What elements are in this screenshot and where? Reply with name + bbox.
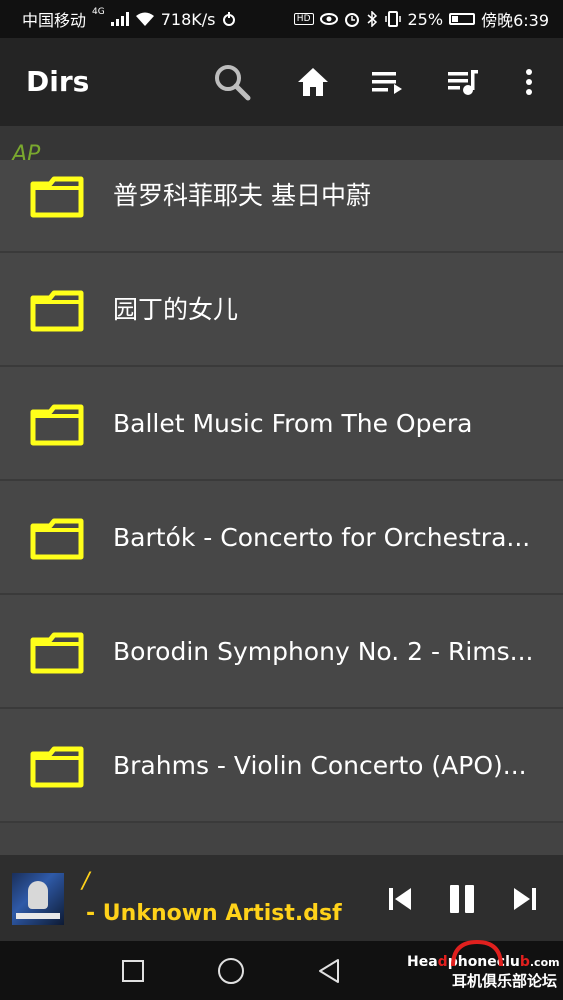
folder-row[interactable]: 园丁的女儿 bbox=[0, 253, 563, 367]
folder-label: 园丁的女儿 bbox=[113, 295, 239, 324]
folder-list[interactable]: 普罗科菲耶夫 基日中蔚 园丁的女儿 Ballet Music From The Op… bbox=[0, 160, 563, 855]
signal-icon bbox=[110, 12, 129, 26]
playlist-button[interactable] bbox=[441, 60, 485, 104]
queue-play-icon bbox=[372, 72, 402, 94]
folder-icon bbox=[30, 404, 84, 446]
overflow-menu-button[interactable] bbox=[507, 60, 551, 104]
network-type-label: 4G bbox=[92, 7, 105, 17]
home-button[interactable] bbox=[291, 60, 335, 104]
status-bar: 中国移动 4G 718K/s HD 25% 傍晚6:39 bbox=[0, 0, 563, 38]
folder-label: Borodin Symphony No. 2 - Rims... bbox=[113, 637, 534, 666]
app-toolbar: Dirs bbox=[0, 38, 563, 126]
watermark-text: 耳机俱乐部论坛 bbox=[451, 972, 557, 990]
folder-icon bbox=[30, 176, 84, 218]
vibrate-icon bbox=[384, 11, 401, 27]
folder-icon bbox=[30, 518, 84, 560]
folder-icon bbox=[30, 290, 84, 332]
folder-label: Brahms - Violin Concerto (APO)... bbox=[113, 751, 527, 780]
recents-button[interactable] bbox=[113, 951, 153, 991]
status-right: HD 25% 傍晚6:39 bbox=[293, 7, 549, 31]
album-cover[interactable] bbox=[12, 873, 64, 925]
status-left: 中国移动 4G 718K/s bbox=[22, 7, 237, 31]
alarm-icon bbox=[344, 13, 359, 27]
hd-badge: HD bbox=[293, 13, 314, 25]
home-nav-button[interactable] bbox=[211, 951, 251, 991]
queue-play-button[interactable] bbox=[365, 60, 409, 104]
overflow-menu-icon bbox=[526, 69, 532, 95]
home-circle-icon bbox=[218, 958, 244, 984]
folder-label: Ballet Music From The Opera bbox=[113, 409, 473, 438]
watermark-domain-part1: Hea bbox=[407, 954, 438, 970]
clock: 傍晚6:39 bbox=[481, 11, 549, 30]
recents-icon bbox=[122, 960, 144, 982]
now-playing-track: - Unknown Artist.dsf bbox=[86, 901, 342, 926]
skip-next-icon bbox=[514, 888, 536, 910]
pause-button[interactable] bbox=[442, 879, 482, 919]
search-button[interactable] bbox=[210, 60, 254, 104]
watermark-domain-part4: b bbox=[519, 954, 530, 970]
watermark-domain-part5: .com bbox=[529, 956, 560, 969]
home-icon bbox=[298, 68, 328, 96]
next-button[interactable] bbox=[505, 879, 545, 919]
eye-icon bbox=[319, 13, 338, 25]
previous-button[interactable] bbox=[380, 879, 420, 919]
folder-row[interactable]: Ballet Music From The Opera bbox=[0, 367, 563, 481]
now-playing-path: / bbox=[82, 869, 90, 894]
carrier-label: 中国移动 bbox=[22, 11, 87, 30]
folder-label: Bartók - Concerto for Orchestra... bbox=[113, 523, 531, 552]
folder-row[interactable]: Brahms - Violin Concerto (APO)... bbox=[0, 709, 563, 823]
headphone-logo-icon bbox=[451, 940, 503, 967]
pause-icon bbox=[450, 885, 474, 913]
now-playing-bar[interactable]: / - Unknown Artist.dsf bbox=[0, 855, 563, 941]
skip-previous-icon bbox=[389, 888, 411, 910]
folder-icon bbox=[30, 746, 84, 788]
network-speed-label: 718K/s bbox=[160, 9, 216, 29]
back-icon bbox=[319, 959, 339, 983]
notification-icon bbox=[223, 12, 236, 26]
battery-icon bbox=[449, 13, 476, 25]
folder-list-inner: 普罗科菲耶夫 基日中蔚 园丁的女儿 Ballet Music From The Op… bbox=[0, 160, 563, 823]
search-icon bbox=[215, 65, 251, 101]
folder-icon bbox=[30, 632, 84, 674]
folder-row[interactable]: 普罗科菲耶夫 基日中蔚 bbox=[0, 160, 563, 253]
wifi-icon bbox=[135, 12, 154, 26]
page-title: Dirs bbox=[26, 65, 90, 98]
battery-percent: 25% bbox=[407, 9, 444, 29]
folder-label: 普罗科菲耶夫 基日中蔚 bbox=[113, 181, 371, 210]
bluetooth-icon bbox=[367, 11, 377, 27]
playlist-music-icon bbox=[448, 70, 478, 95]
folder-row[interactable]: Borodin Symphony No. 2 - Rims... bbox=[0, 595, 563, 709]
folder-row[interactable]: Bartók - Concerto for Orchestra... bbox=[0, 481, 563, 595]
watermark: Headphoneclub.com 耳机俱乐部论坛 bbox=[407, 940, 560, 998]
back-button[interactable] bbox=[309, 951, 349, 991]
